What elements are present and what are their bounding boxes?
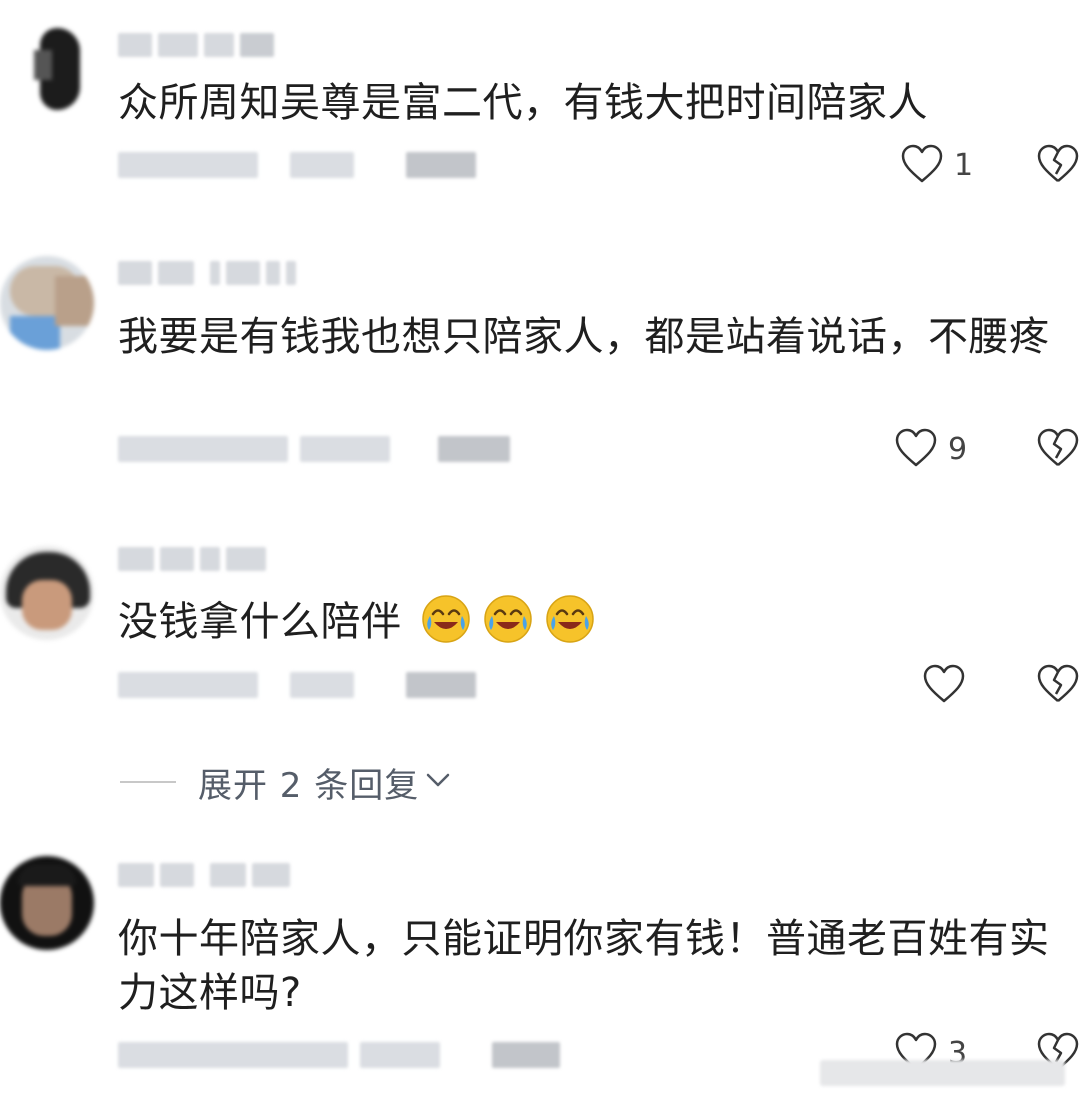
reply-button[interactable]: [492, 1042, 560, 1068]
username[interactable]: [118, 858, 290, 892]
avatar[interactable]: [0, 856, 94, 950]
comment-meta: [118, 1038, 560, 1072]
comment-item: 你十年陪家人，只能证明你家有钱！普通老百姓有实力这样吗? 3: [0, 0, 1080, 1100]
comment-text: 你十年陪家人，只能证明你家有钱！普通老百姓有实力这样吗?: [118, 916, 1050, 1016]
comment-feed: 众所周知吴尊是富二代，有钱大把时间陪家人 1 我要是有钱我也想只陪家人，都是站着…: [0, 0, 1080, 1100]
watermark: [820, 1060, 1065, 1086]
